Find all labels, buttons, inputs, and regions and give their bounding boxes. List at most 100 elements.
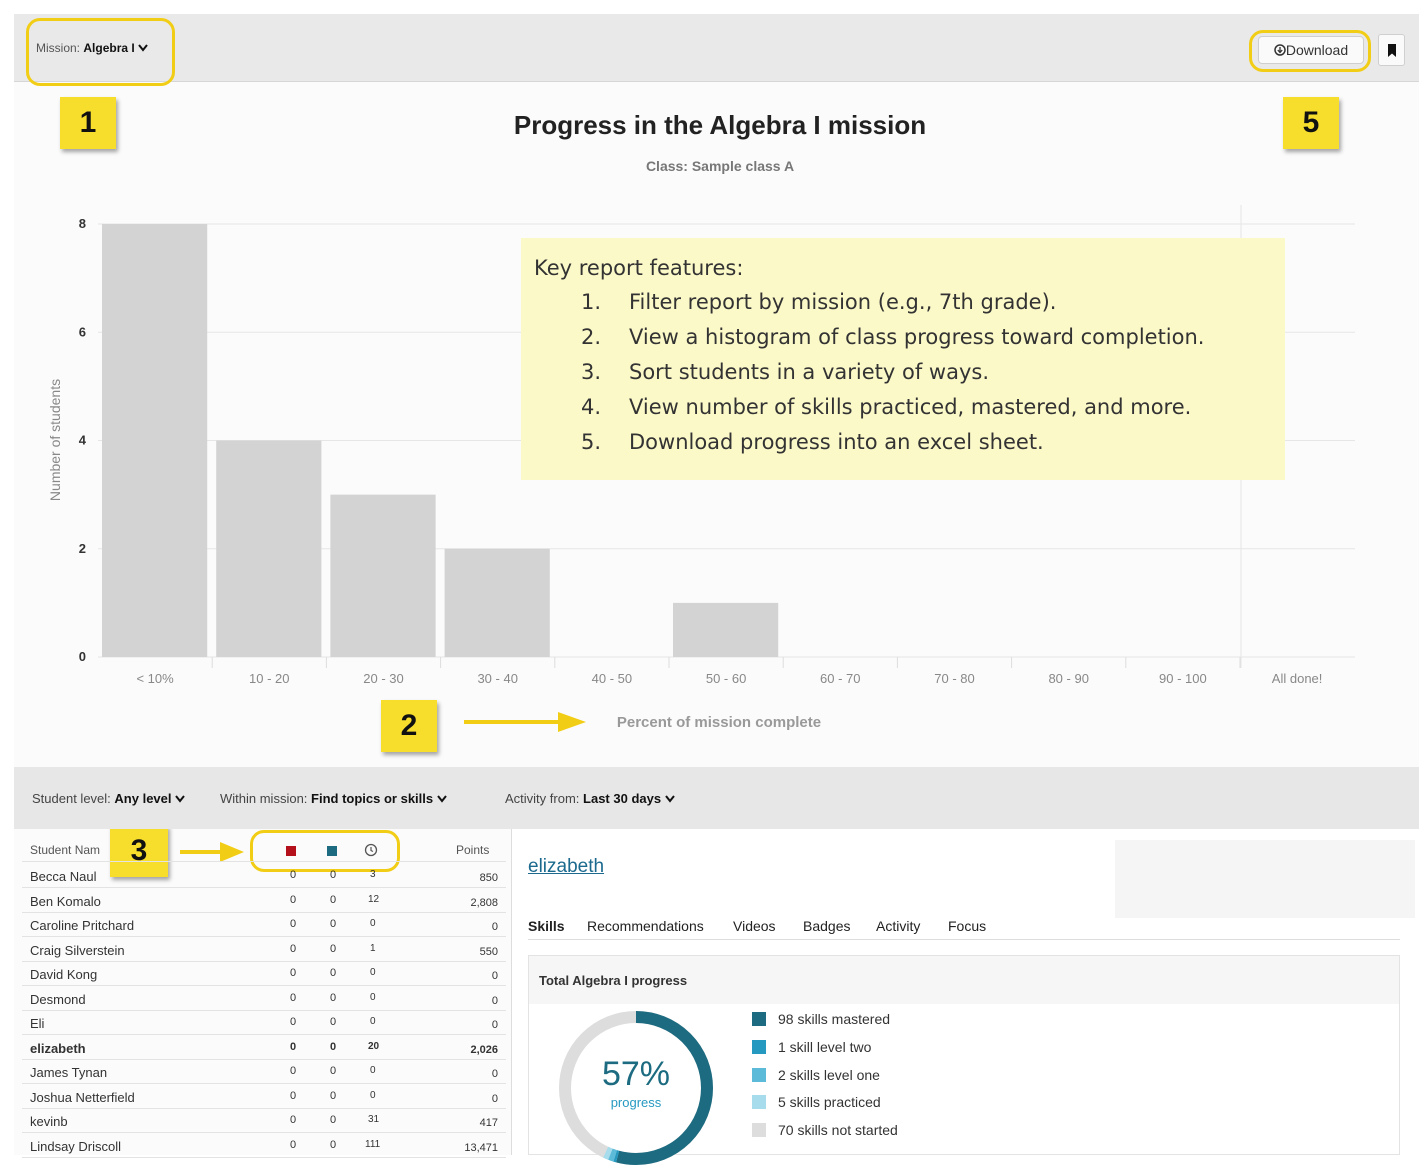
within-mission-value: Find topics or skills xyxy=(311,791,434,806)
points: 0 xyxy=(491,921,498,933)
student-name-link[interactable]: elizabeth xyxy=(528,856,604,878)
mastered-count: 0 xyxy=(290,942,297,955)
student-name: Caroline Pritchard xyxy=(30,918,135,933)
legend-swatch xyxy=(752,1039,766,1054)
legend-item: 5 skills practiced xyxy=(752,1094,881,1110)
activity-value: Last 30 days xyxy=(583,791,662,806)
table-row[interactable]: Eli 0 0 0 0 xyxy=(22,1011,506,1035)
legend-item: 98 skills mastered xyxy=(752,1011,890,1027)
chevron-down-icon xyxy=(664,795,675,803)
student-name: Craig Silverstein xyxy=(30,942,125,958)
table-row[interactable]: Caroline Pritchard 0 0 0 0 xyxy=(22,913,506,937)
student-name: David Kong xyxy=(30,967,98,982)
level-count: 0 xyxy=(330,1114,337,1126)
points: 0 xyxy=(491,970,498,982)
legend-swatch xyxy=(752,1067,766,1082)
note-list: 1. Filter report by mission (e.g., 7th gr… xyxy=(581,290,1204,465)
sort-practiced-icon[interactable] xyxy=(327,846,337,856)
student-name: Eli xyxy=(30,1016,45,1031)
student-name: Becca Naul xyxy=(30,869,97,884)
table-row[interactable]: Craig Silverstein 0 0 1 550 xyxy=(22,938,506,962)
tab-activity[interactable]: Activity xyxy=(876,918,920,934)
progress-header: Total Algebra I progress xyxy=(529,956,1399,1004)
level-count: 0 xyxy=(330,1065,337,1077)
table-row[interactable]: Becca Naul 0 0 3 850 xyxy=(22,864,506,888)
practiced-count: 0 xyxy=(370,1016,376,1027)
within-mission-label: Within mission: xyxy=(220,791,308,806)
histogram-bar xyxy=(216,440,322,657)
table-row[interactable]: Ben Komalo 0 0 12 2,808 xyxy=(22,889,506,913)
practiced-count: 0 xyxy=(370,1065,376,1076)
col-student-name[interactable]: Student Nam xyxy=(30,843,100,857)
progress-label: progress xyxy=(610,1095,662,1110)
note-item-number: 2. xyxy=(581,325,602,349)
histogram-bar xyxy=(444,548,550,657)
note-item-number: 1. xyxy=(581,290,602,314)
student-level-filter[interactable]: Student level: Any level xyxy=(32,791,185,806)
tab-videos[interactable]: Videos xyxy=(733,918,776,934)
tab-badges[interactable]: Badges xyxy=(803,918,850,934)
student-name: Desmond xyxy=(30,991,86,1007)
table-row[interactable]: Joshua Netterfield 0 0 0 0 xyxy=(22,1085,506,1109)
key-features-note: Key report features: 1. Filter report by … xyxy=(521,238,1285,480)
practiced-count: 31 xyxy=(368,1114,380,1125)
y-tick-label: 4 xyxy=(79,433,87,448)
table-row[interactable]: elizabeth 0 0 20 2,026 xyxy=(22,1036,506,1060)
student-name: Joshua Netterfield xyxy=(30,1089,135,1105)
filter-bar: Student level: Any level Within mission:… xyxy=(14,767,1419,829)
x-tick-label: < 10% xyxy=(136,671,174,686)
y-tick-label: 0 xyxy=(79,649,86,664)
chevron-down-icon xyxy=(436,795,447,803)
practiced-count: 3 xyxy=(370,869,376,880)
note-heading: Key report features: xyxy=(534,256,744,280)
activity-filter[interactable]: Activity from: Last 30 days xyxy=(505,791,675,806)
x-tick-label: 40 - 50 xyxy=(592,671,632,686)
note-item: 3. Sort students in a variety of ways. xyxy=(581,360,1204,395)
sort-clock-icon[interactable] xyxy=(364,843,378,860)
within-mission-filter[interactable]: Within mission: Find topics or skills xyxy=(220,791,447,806)
note-item: 4. View number of skills practiced, maste… xyxy=(581,395,1204,430)
level-count: 0 xyxy=(330,991,337,1004)
legend-text: 98 skills mastered xyxy=(778,1011,891,1027)
tab-recommendations[interactable]: Recommendations xyxy=(587,918,704,934)
detail-tabs: Skills Recommendations Videos Badges Activit… xyxy=(528,916,1400,940)
table-row[interactable]: Lindsay Driscoll 0 0 111 13,471 xyxy=(22,1134,506,1158)
x-axis-label: Percent of mission complete xyxy=(617,714,821,731)
note-item-text: View number of skills practiced, mastere… xyxy=(629,395,1192,419)
mastered-count: 0 xyxy=(290,1040,297,1053)
mastered-count: 0 xyxy=(290,967,297,979)
x-tick-label: 10 - 20 xyxy=(249,671,289,686)
note-item: 1. Filter report by mission (e.g., 7th gr… xyxy=(581,290,1204,325)
table-row[interactable]: Desmond 0 0 0 0 xyxy=(22,987,506,1011)
y-tick-label: 2 xyxy=(79,541,86,556)
practiced-count: 0 xyxy=(370,991,376,1003)
practiced-count: 1 xyxy=(370,942,376,954)
mastered-count: 0 xyxy=(290,1065,297,1077)
level-count: 0 xyxy=(330,918,337,930)
legend-text: 5 skills practiced xyxy=(778,1094,881,1111)
student-table: Student Nam Points Becca Naul 0 0 3 850 Ben K… xyxy=(22,838,506,1158)
legend-text: 1 skill level two xyxy=(778,1038,872,1055)
table-row[interactable]: kevinb 0 0 31 417 xyxy=(22,1109,506,1133)
note-item: 2. View a histogram of class progress tow… xyxy=(581,325,1204,360)
tab-focus[interactable]: Focus xyxy=(948,918,986,934)
points: 13,471 xyxy=(464,1141,498,1154)
note-item-text: Download progress into an excel sheet. xyxy=(629,430,1044,454)
col-points[interactable]: Points xyxy=(456,843,489,857)
practiced-count: 20 xyxy=(368,1040,380,1052)
chevron-down-icon xyxy=(175,795,185,803)
legend-swatch xyxy=(752,1095,766,1110)
x-tick-label: 30 - 40 xyxy=(477,671,517,686)
table-row[interactable]: David Kong 0 0 0 0 xyxy=(22,962,506,986)
student-level-label: Student level: xyxy=(32,791,111,806)
level-count: 0 xyxy=(330,869,337,881)
histogram-bar xyxy=(330,494,436,657)
table-row[interactable]: James Tynan 0 0 0 0 xyxy=(22,1060,506,1084)
sort-mastered-icon[interactable] xyxy=(286,846,296,856)
tab-skills[interactable]: Skills xyxy=(528,918,565,934)
x-tick-label: 80 - 90 xyxy=(1048,671,1088,686)
legend-item: 70 skills not started xyxy=(752,1122,898,1138)
level-count: 0 xyxy=(330,1016,337,1028)
student-name: James Tynan xyxy=(30,1065,108,1080)
x-tick-label: 90 - 100 xyxy=(1159,671,1207,686)
